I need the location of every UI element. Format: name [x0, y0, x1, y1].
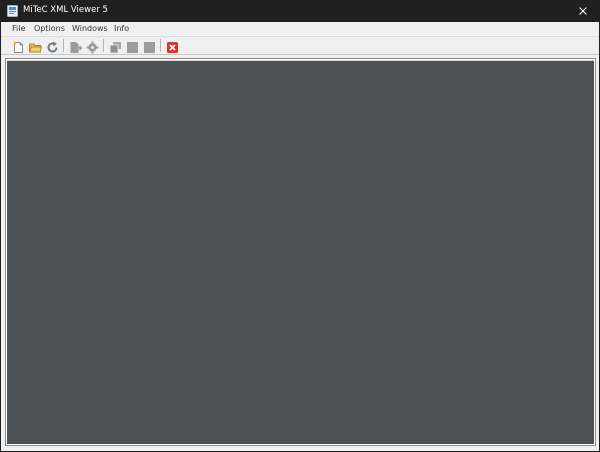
mdi-workspace-frame: [5, 58, 596, 446]
menu-file[interactable]: File: [12, 24, 25, 34]
settings-icon: [86, 41, 99, 54]
tile-horizontal-button[interactable]: [126, 39, 139, 53]
workspace-top-edge: [7, 60, 594, 61]
app-logo-icon: [7, 5, 18, 17]
settings-button[interactable]: [86, 39, 99, 54]
menu-bar: File Options Windows Info: [1, 22, 599, 36]
tile-vertical-button[interactable]: [143, 39, 156, 53]
close-icon: [579, 7, 587, 15]
menu-info[interactable]: Info: [114, 24, 129, 34]
app-window: MiTeC XML Viewer 5 File Options Windows …: [0, 0, 600, 452]
menu-windows[interactable]: Windows: [72, 24, 108, 34]
open-button[interactable]: [28, 39, 43, 53]
mdi-workspace[interactable]: [7, 60, 594, 444]
cascade-windows-icon: [109, 42, 121, 54]
close-all-button[interactable]: [166, 39, 179, 53]
cascade-button[interactable]: [109, 39, 122, 54]
toolbar: [1, 37, 599, 54]
new-document-icon: [12, 41, 23, 53]
new-button[interactable]: [12, 39, 25, 53]
open-folder-icon: [28, 43, 43, 53]
toolbar-separator: [103, 39, 104, 52]
menu-options[interactable]: Options: [34, 24, 65, 34]
client-area: File Options Windows Info: [1, 22, 599, 451]
refresh-icon: [47, 41, 58, 53]
export-button[interactable]: [69, 39, 83, 53]
refresh-button[interactable]: [46, 39, 59, 53]
title-bar[interactable]: MiTeC XML Viewer 5: [0, 0, 600, 22]
toolbar-separator: [160, 39, 161, 52]
tile-vertical-icon: [144, 42, 155, 53]
tile-horizontal-icon: [127, 42, 138, 53]
close-all-icon: [167, 42, 178, 53]
window-close-button[interactable]: [566, 0, 600, 22]
toolbar-separator: [63, 39, 64, 52]
export-icon: [70, 42, 83, 53]
window-title: MiTeC XML Viewer 5: [23, 5, 108, 15]
